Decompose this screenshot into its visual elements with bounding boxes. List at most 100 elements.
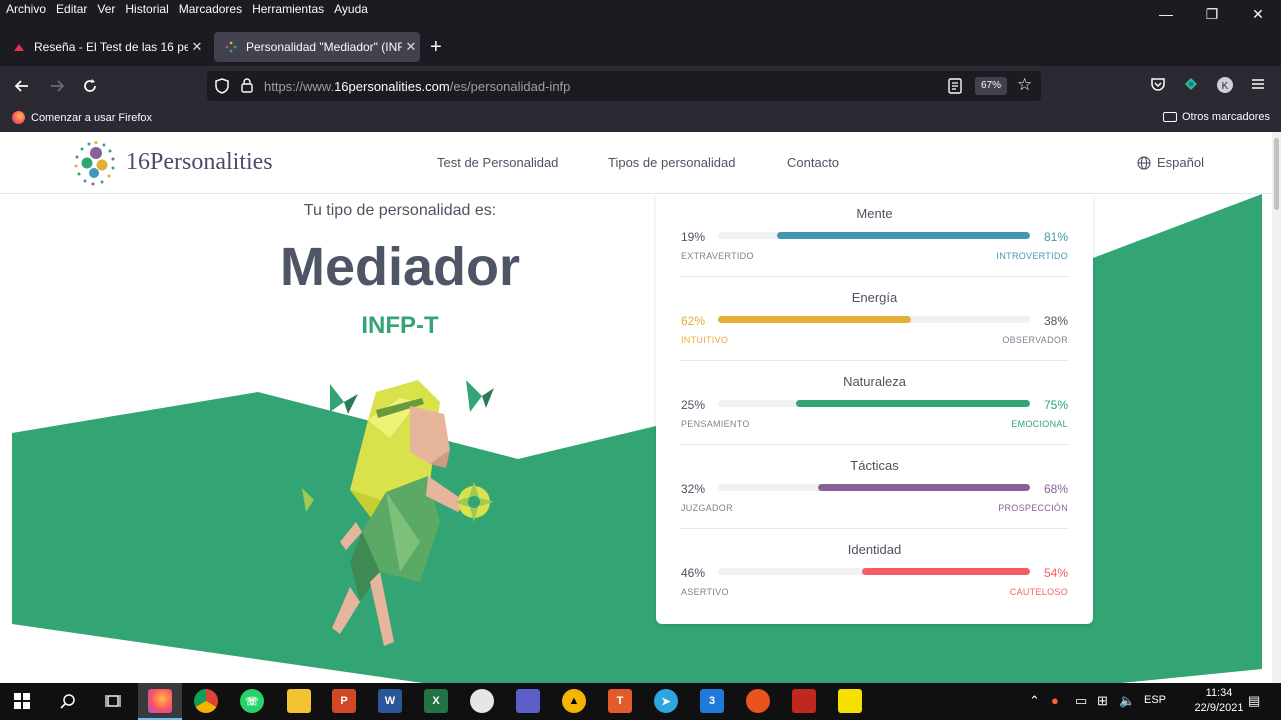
tab-bar: Reseña - El Test de las 16 person ✕ Pers… <box>0 30 1281 66</box>
clock[interactable]: 11:34 22/9/2021 <box>1189 686 1249 716</box>
trait-left-percent: 32% <box>681 482 706 496</box>
reload-icon[interactable] <box>78 74 102 98</box>
network-icon[interactable]: ⊞ <box>1097 693 1108 709</box>
app-taskbar-icon[interactable] <box>470 689 494 713</box>
back-arrow-icon[interactable] <box>10 74 34 98</box>
app-taskbar-icon[interactable] <box>746 689 770 713</box>
firefox-icon <box>12 111 25 124</box>
menu-archivo[interactable]: Archivo <box>6 2 46 16</box>
trait-title: Tácticas <box>850 458 899 473</box>
menu-ver[interactable]: Ver <box>97 2 115 16</box>
menu-marcadores[interactable]: Marcadores <box>179 2 242 16</box>
personality-type-name: Mediador <box>279 237 521 297</box>
trait-nature: Naturaleza 25% 75% PENSAMIENTO EMOCIONAL <box>681 362 1068 446</box>
app-taskbar-icon[interactable]: 3 <box>700 689 724 713</box>
trait-right-percent: 38% <box>1043 314 1068 328</box>
app-taskbar-icon[interactable] <box>792 689 816 713</box>
trait-left-percent: 62% <box>681 314 706 328</box>
trait-identity: Identidad 46% 54% ASERTIVO CAUTELOSO <box>681 530 1068 614</box>
powerpoint-taskbar-icon[interactable]: P <box>332 689 356 713</box>
other-bookmarks-folder[interactable]: Otros marcadores <box>1162 111 1270 123</box>
address-bar[interactable]: https://www.16personalities.com/es/perso… <box>207 71 1041 101</box>
url-text[interactable]: https://www.16personalities.com/es/perso… <box>264 79 570 94</box>
bookmark-comenzar-firefox[interactable]: Comenzar a usar Firefox <box>12 111 152 124</box>
extension-icon[interactable] <box>1181 76 1201 96</box>
site-header: 16Personalities Test de Personalidad Tip… <box>0 132 1272 194</box>
tab-personalidad-mediador[interactable]: Personalidad "Mediador" (INFP ✕ <box>214 32 420 62</box>
bookmark-label: Comenzar a usar Firefox <box>31 111 153 124</box>
battery-icon[interactable]: ▭ <box>1075 693 1087 709</box>
pocket-icon[interactable] <box>1148 76 1168 96</box>
minimize-button[interactable]: — <box>1143 0 1189 28</box>
task-view-icon[interactable] <box>101 689 125 713</box>
web-page: 16Personalities Test de Personalidad Tip… <box>0 132 1272 683</box>
nav-test-personalidad[interactable]: Test de Personalidad <box>437 155 558 170</box>
trait-left-percent: 25% <box>681 398 706 412</box>
trait-tactics: Tácticas 32% 68% JUZGADOR PROSPECCIÓN <box>681 446 1068 530</box>
zoom-level-button[interactable]: 67% <box>975 77 1007 95</box>
word-taskbar-icon[interactable]: W <box>378 689 402 713</box>
trait-right-label: INTROVERTIDO <box>996 251 1068 261</box>
file-explorer-taskbar-icon[interactable] <box>287 689 311 713</box>
trait-bar <box>718 232 1030 239</box>
tab-title: Reseña - El Test de las 16 person <box>34 40 188 54</box>
scrollbar-thumb[interactable] <box>1274 138 1279 210</box>
notifications-icon[interactable]: ▤ <box>1248 693 1260 709</box>
nav-contacto[interactable]: Contacto <box>787 155 839 170</box>
windows-start-icon[interactable] <box>10 689 34 713</box>
mediator-illustration <box>302 380 494 646</box>
menu-editar[interactable]: Editar <box>56 2 87 16</box>
input-language[interactable]: ESP <box>1144 694 1166 706</box>
search-icon[interactable] <box>56 689 80 713</box>
chrome-taskbar-icon[interactable] <box>194 689 218 713</box>
tab-favicon-icon <box>12 40 26 54</box>
divider <box>681 528 1068 529</box>
nav-tipos-personalidad[interactable]: Tipos de personalidad <box>608 155 735 170</box>
firefox-taskbar-icon[interactable] <box>148 689 172 713</box>
chevron-up-icon[interactable]: ⌃ <box>1029 693 1040 709</box>
intro-text: Tu tipo de personalidad es: <box>303 202 497 219</box>
trait-right-percent: 81% <box>1043 230 1068 244</box>
reader-view-icon[interactable] <box>948 78 962 94</box>
clock-time: 11:34 <box>1205 687 1233 699</box>
divider <box>681 276 1068 277</box>
tab-close-icon[interactable]: ✕ <box>188 39 206 55</box>
personality-type-code: INFP-T <box>361 312 439 339</box>
brand-name[interactable]: 16Personalities <box>126 149 273 176</box>
excel-taskbar-icon[interactable]: X <box>424 689 448 713</box>
page-scrollbar[interactable] <box>1272 132 1281 683</box>
tab-close-icon[interactable]: ✕ <box>402 39 420 55</box>
account-avatar-icon[interactable]: K <box>1215 76 1235 96</box>
navigation-bar: https://www.16personalities.com/es/perso… <box>0 66 1281 106</box>
menu-bar: Archivo Editar Ver Historial Marcadores … <box>0 0 1281 30</box>
16personalities-logo[interactable] <box>72 140 120 188</box>
svg-text:K: K <box>1222 81 1229 92</box>
app-taskbar-icon[interactable]: T <box>608 689 632 713</box>
app-taskbar-icon[interactable] <box>516 689 540 713</box>
tray-app-icon[interactable]: ● <box>1051 693 1059 708</box>
restore-button[interactable]: ❐ <box>1189 0 1235 28</box>
app-taskbar-icon[interactable]: ▲ <box>562 689 586 713</box>
new-tab-button[interactable]: + <box>430 36 442 59</box>
tab-resena[interactable]: Reseña - El Test de las 16 person ✕ <box>2 32 206 62</box>
menu-herramientas[interactable]: Herramientas <box>252 2 324 16</box>
close-window-button[interactable]: ✕ <box>1235 0 1281 28</box>
trait-left-label: ASERTIVO <box>681 587 729 597</box>
volume-icon[interactable]: 🔈 <box>1119 693 1135 709</box>
menu-ayuda[interactable]: Ayuda <box>334 2 368 16</box>
whatsapp-taskbar-icon[interactable]: ☏ <box>240 689 264 713</box>
bookmark-star-icon[interactable]: ☆ <box>1017 75 1032 95</box>
tab-title: Personalidad "Mediador" (INFP <box>246 40 402 54</box>
trait-mind: Mente 19% 81% EXTRAVERTIDO INTROVERTIDO <box>681 194 1068 278</box>
trait-left-percent: 19% <box>681 230 706 244</box>
telegram-taskbar-icon[interactable]: ➤ <box>654 689 678 713</box>
trait-bar-fill <box>861 568 1030 575</box>
forward-arrow-icon[interactable] <box>45 74 69 98</box>
menu-historial[interactable]: Historial <box>125 2 168 16</box>
language-selector[interactable]: Español <box>1137 155 1204 170</box>
trait-right-label: EMOCIONAL <box>1011 419 1068 429</box>
lock-icon[interactable] <box>241 78 253 93</box>
hamburger-menu-icon[interactable] <box>1248 76 1268 96</box>
tracking-protection-shield-icon[interactable] <box>215 78 229 94</box>
sticky-notes-taskbar-icon[interactable] <box>838 689 862 713</box>
